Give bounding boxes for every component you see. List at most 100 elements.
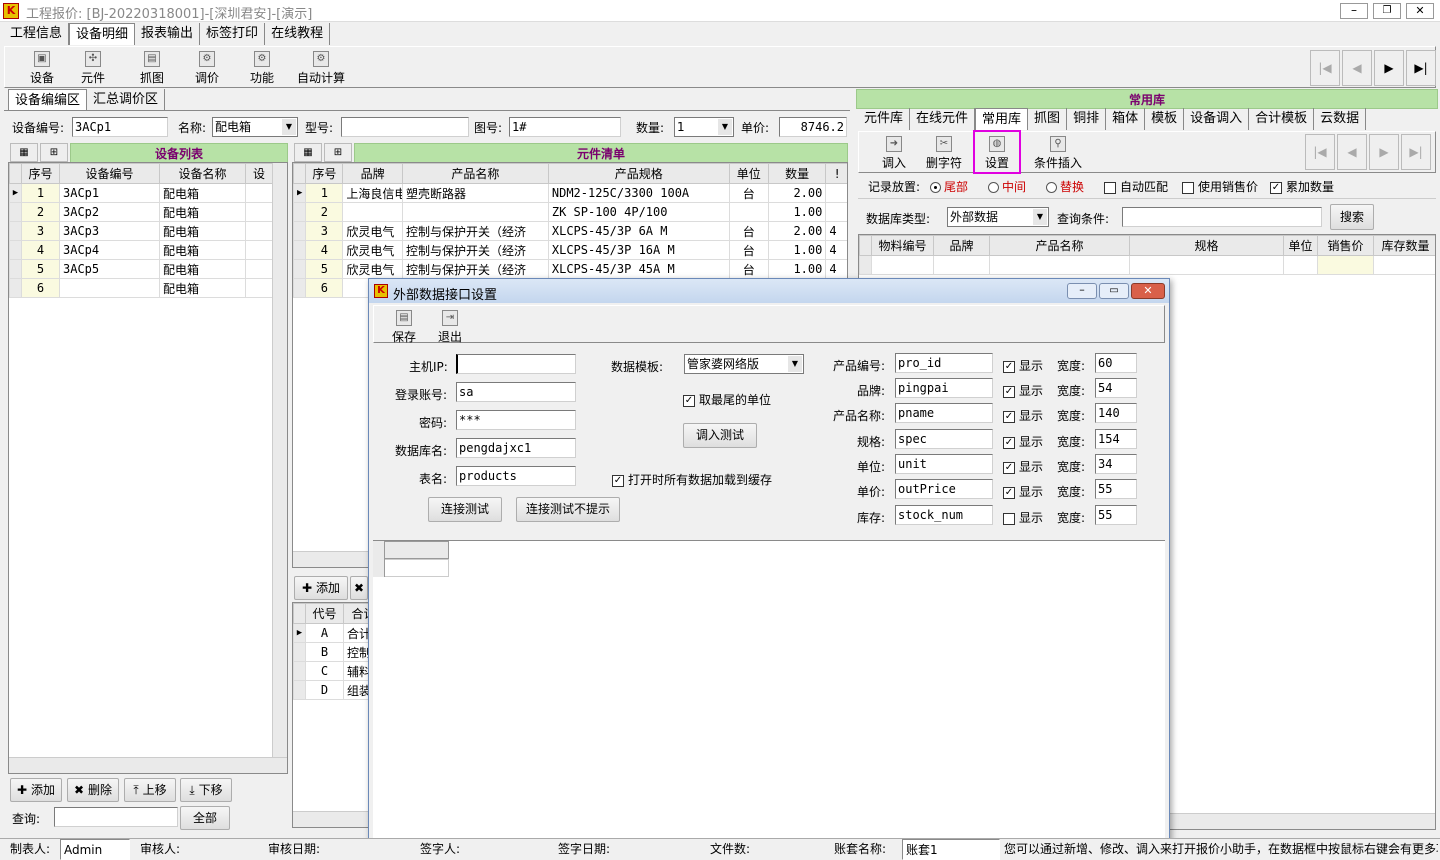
table-name-input[interactable]: products — [456, 466, 576, 486]
col-stock-qty[interactable]: 库存数量 — [1373, 235, 1435, 256]
tab-device-import[interactable]: 设备调入 — [1184, 108, 1250, 130]
device-code-input[interactable]: 3ACp1 — [72, 117, 168, 137]
field-width-input[interactable]: 154 — [1095, 429, 1137, 449]
toolbar-adjust-price-button[interactable]: ⚙ 调价 — [180, 47, 234, 87]
login-account-input[interactable]: sa — [456, 382, 576, 402]
field-width-input[interactable]: 55 — [1095, 479, 1137, 499]
table-row[interactable]: 4 欣灵电气 控制与保护开关（经济 XLCPS-45/3P 16A M 台 1.00 4 — [293, 240, 847, 260]
table-row[interactable]: 3 欣灵电气 控制与保护开关（经济 XLCPS-45/3P 6A M 台 2.00 4 — [293, 221, 847, 241]
toolbar-component-button[interactable]: ✣ 元件 — [66, 47, 120, 87]
accumulate-qty-checkbox[interactable]: ✓ 累加数量 — [1270, 178, 1334, 195]
tab-cabinet[interactable]: 箱体 — [1106, 108, 1146, 130]
col-product-name[interactable]: 产品名称 — [401, 163, 549, 184]
library-nav-next-button[interactable]: ▶ — [1369, 134, 1399, 170]
table-row[interactable]: 2 ZK SP-100 4P/100 1.00 — [293, 202, 847, 222]
table-row[interactable]: 3 3ACp3 配电箱 — [9, 221, 273, 241]
menu-equipment-detail[interactable]: 设备明细 — [69, 23, 136, 45]
record-place-middle-radio[interactable]: 中间 — [988, 178, 1026, 195]
dialog-minimize-icon[interactable]: – — [1067, 283, 1097, 299]
record-place-tail-radio[interactable]: 尾部 — [930, 178, 968, 195]
device-list-vscroll[interactable] — [272, 163, 287, 757]
unit-price-input[interactable]: 8746.2 — [779, 117, 847, 137]
dialog-save-button[interactable]: ▤ 保存 — [380, 306, 428, 346]
device-add-button[interactable]: ✚ 添加 — [10, 778, 62, 802]
col-product-spec[interactable]: 产品规格 — [547, 163, 730, 184]
table-row[interactable]: 6 配电箱 — [9, 278, 273, 298]
host-ip-input[interactable] — [456, 354, 576, 374]
col-seq[interactable]: 序号 — [21, 163, 60, 184]
col-unit[interactable]: 单位 — [1283, 235, 1318, 256]
field-show-checkbox[interactable]: ✓ 显示 — [1003, 407, 1043, 424]
tab-cloud-data[interactable]: 云数据 — [1314, 108, 1367, 130]
minimize-icon[interactable]: – — [1340, 3, 1368, 19]
col-code[interactable]: 代号 — [305, 603, 344, 624]
dialog-maximize-icon[interactable]: ▭ — [1099, 283, 1129, 299]
toolbar-auto-calc-button[interactable]: ⚙ 自动计算 — [289, 47, 353, 87]
record-place-replace-radio[interactable]: 替换 — [1046, 178, 1084, 195]
dialog-exit-button[interactable]: ⇥ 退出 — [426, 306, 474, 346]
field-show-checkbox[interactable]: ✓ 显示 — [1003, 382, 1043, 399]
quantity-select[interactable]: 1 — [674, 117, 734, 137]
col-product-name[interactable]: 产品名称 — [989, 235, 1130, 256]
db-type-select[interactable]: 外部数据 — [947, 207, 1049, 227]
col-seq[interactable]: 序号 — [305, 163, 344, 184]
field-width-input[interactable]: 54 — [1095, 378, 1137, 398]
device-query-all-button[interactable]: 全部 — [180, 806, 230, 830]
col-material-code[interactable]: 物料编号 — [871, 235, 934, 256]
dialog-close-icon[interactable]: ✕ — [1131, 283, 1165, 299]
tab-copper-bar[interactable]: 铜排 — [1067, 108, 1107, 130]
min-unit-checkbox[interactable]: ✓ 取最尾的单位 — [683, 391, 771, 408]
use-sale-price-checkbox[interactable]: 使用销售价 — [1182, 178, 1258, 195]
toolbar-function-button[interactable]: ⚙ 功能 — [235, 47, 289, 87]
component-tool-b[interactable]: ⊞ — [324, 143, 352, 162]
connection-test-silent-button[interactable]: 连接测试不提示 — [516, 497, 620, 522]
col-sale-price[interactable]: 销售价 — [1317, 235, 1374, 256]
library-nav-last-button[interactable]: ▶| — [1401, 134, 1431, 170]
device-list-tool-a[interactable]: ▦ — [10, 143, 38, 162]
menu-project-info[interactable]: 工程信息 — [4, 23, 70, 45]
library-condition-insert-button[interactable]: ⚲ 条件插入 — [1027, 132, 1089, 172]
field-value-input[interactable]: outPrice — [895, 479, 993, 499]
summary-delete-button[interactable]: ✖ — [350, 576, 368, 600]
field-show-checkbox[interactable]: 显示 — [1003, 509, 1043, 526]
device-name-select[interactable]: 配电箱 — [212, 117, 298, 137]
col-brand[interactable]: 品牌 — [933, 235, 990, 256]
tab-component-lib[interactable]: 元件库 — [858, 108, 911, 130]
component-tool-a[interactable]: ▦ — [294, 143, 322, 162]
close-icon[interactable]: ✕ — [1406, 3, 1434, 19]
drawing-number-input[interactable]: 1# — [509, 117, 621, 137]
table-row[interactable]: 5 欣灵电气 控制与保护开关（经济 XLCPS-45/3P 45A M 台 1.00 4 — [293, 259, 847, 279]
field-value-input[interactable]: pname — [895, 403, 993, 423]
col-spec[interactable]: 规格 — [1129, 235, 1284, 256]
field-width-input[interactable]: 34 — [1095, 454, 1137, 474]
nav-next-button[interactable]: ▶ — [1374, 50, 1404, 86]
table-row[interactable]: ▶ 1 上海良信电 塑壳断路器 NDM2-125C/3300 100A 台 2.00 — [293, 183, 847, 203]
device-list-hscroll[interactable] — [9, 757, 287, 773]
cache-all-checkbox[interactable]: ✓ 打开时所有数据加载到缓存 — [612, 471, 772, 488]
col-more[interactable]: ! — [825, 163, 847, 184]
col-device-name[interactable]: 设备名称 — [159, 163, 246, 184]
nav-prev-button[interactable]: ◀ — [1342, 50, 1372, 86]
device-move-up-button[interactable]: ⤒ 上移 — [124, 778, 176, 802]
field-show-checkbox[interactable]: ✓ 显示 — [1003, 458, 1043, 475]
connection-test-button[interactable]: 连接测试 — [428, 497, 502, 522]
menu-label-print[interactable]: 标签打印 — [200, 23, 266, 45]
password-input[interactable]: *** — [456, 410, 576, 430]
tab-common-lib[interactable]: 常用库 — [975, 108, 1029, 130]
field-width-input[interactable]: 140 — [1095, 403, 1137, 423]
field-value-input[interactable]: stock_num — [895, 505, 993, 525]
library-import-button[interactable]: ➜ 调入 — [867, 132, 921, 172]
tab-capture[interactable]: 抓图 — [1028, 108, 1068, 130]
field-show-checkbox[interactable]: ✓ 显示 — [1003, 433, 1043, 450]
menu-report-output[interactable]: 报表输出 — [135, 23, 201, 45]
menu-online-tutorial[interactable]: 在线教程 — [265, 23, 331, 45]
device-delete-button[interactable]: ✖ 删除 — [67, 778, 119, 802]
col-unit[interactable]: 单位 — [728, 163, 769, 184]
nav-first-button[interactable]: |◀ — [1310, 50, 1340, 86]
col-quantity[interactable]: 数量 — [767, 163, 827, 184]
field-show-checkbox[interactable]: ✓ 显示 — [1003, 357, 1043, 374]
toolbar-capture-button[interactable]: ▤ 抓图 — [125, 47, 179, 87]
tab-device-edit[interactable]: 设备编编区 — [8, 89, 88, 111]
table-row[interactable] — [859, 255, 1435, 275]
field-value-input[interactable]: pingpai — [895, 378, 993, 398]
